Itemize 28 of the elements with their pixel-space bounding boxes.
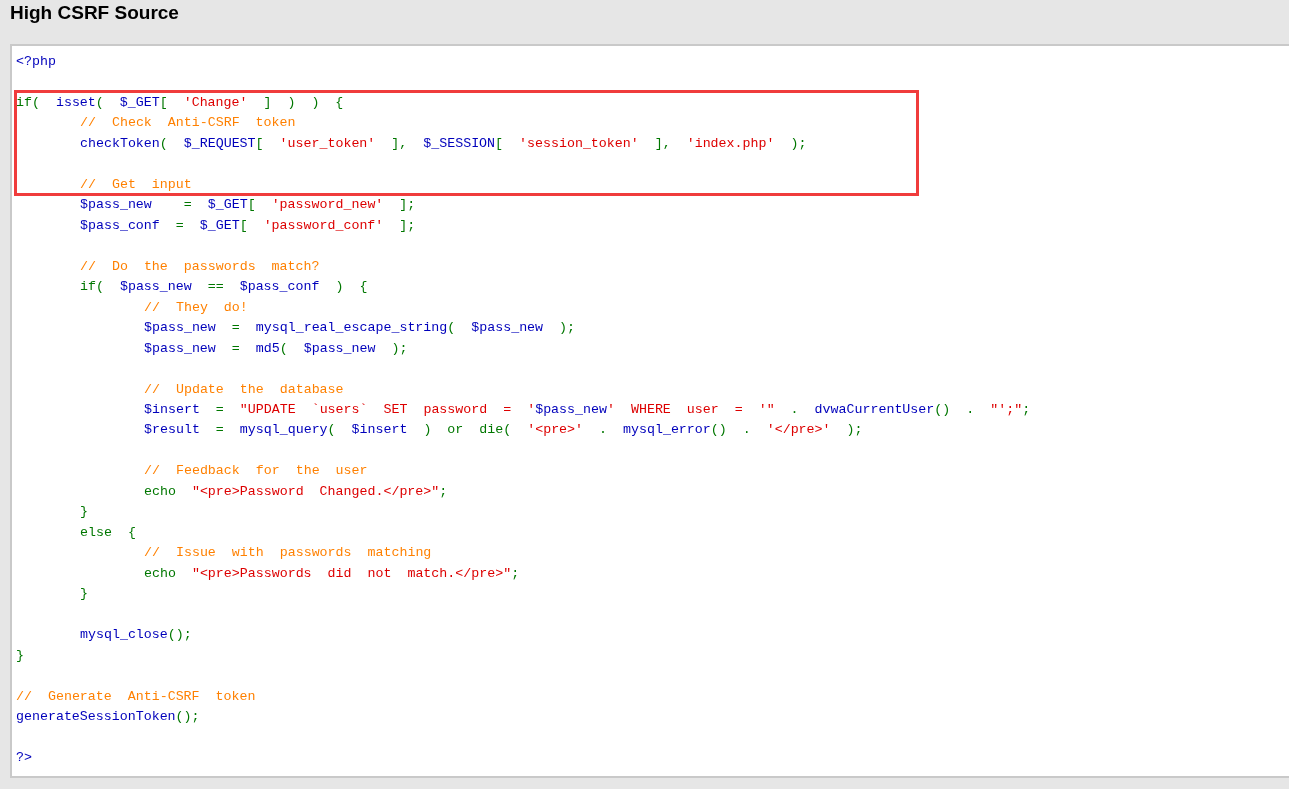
code-line: // Issue with passwords matching <box>143 544 433 563</box>
code-line: // Get input <box>79 175 193 194</box>
code-line: // Check Anti-CSRF token <box>79 114 297 133</box>
code-line: } <box>16 646 25 665</box>
code-line: $pass_new = mysql_real_escape_string( $pass_new ); <box>143 319 577 338</box>
code-line: // Feedback for the user <box>143 462 369 481</box>
code-line: $insert = "UPDATE `users` SET password = '$pass_new' WHERE user = '" . dvwaCurrentUser() . "';"; <box>143 400 1032 419</box>
code-line: // Do the passwords match? <box>79 257 321 276</box>
code-line: mysql_close(); <box>79 626 193 645</box>
page-title: High CSRF Source <box>9 1 180 24</box>
code-line: } <box>79 585 89 604</box>
code-line: } <box>79 503 89 522</box>
code-line: else { <box>79 523 137 542</box>
code-line: // They do! <box>143 298 249 317</box>
code-line: echo "<pre>Passwords did not match.</pre>"; <box>143 564 521 583</box>
code-line: generateSessionToken(); <box>16 708 201 726</box>
code-line: ?> <box>16 748 33 767</box>
code-line: if( $pass_new == $pass_conf ) { <box>79 278 369 297</box>
code-line: echo "<pre>Password Changed.</pre>"; <box>143 482 449 501</box>
code-line: $pass_conf = $_GET[ 'password_conf' ]; <box>79 216 417 235</box>
code-line: // Generate Anti-CSRF token <box>16 687 257 706</box>
code-line: $result = mysql_query( $insert ) or die( '<pre>' . mysql_error() . '</pre>' ); <box>143 421 864 440</box>
code-line: if( isset( $_GET[ 'Change' ] ) ) { <box>16 93 345 112</box>
code-line: $pass_new = $_GET[ 'password_new' ]; <box>79 196 417 215</box>
code-line: // Update the database <box>143 380 345 399</box>
code-line: $pass_new = md5( $pass_new ); <box>143 339 409 358</box>
code-line: <?php <box>16 53 57 71</box>
code-line: checkToken( $_REQUEST[ 'user_token' ], $_SESSION[ 'session_token' ], 'index.php' ); <box>79 134 808 153</box>
